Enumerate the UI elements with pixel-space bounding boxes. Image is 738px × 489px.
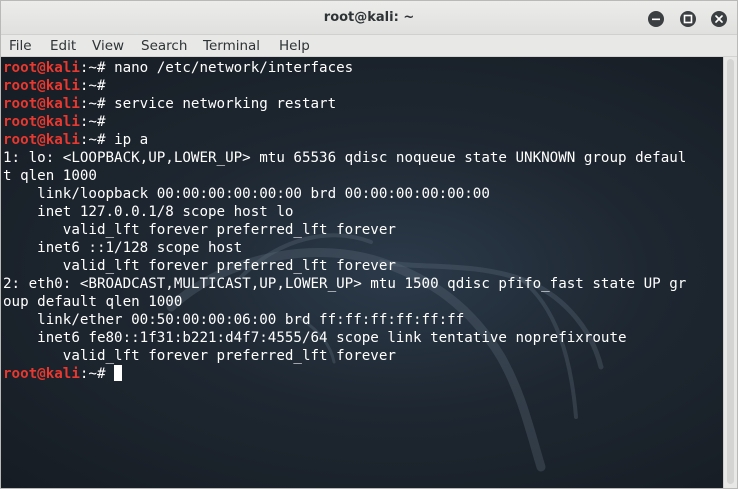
terminal-output: root@kali:~# nano /etc/network/interface… xyxy=(3,59,686,383)
output-line: inet 127.0.0.1/8 scope host lo xyxy=(3,204,294,220)
menu-file[interactable]: File xyxy=(9,38,32,54)
menu-help[interactable]: Help xyxy=(279,38,310,54)
prompt-user-host: root@kali xyxy=(3,114,80,130)
minimize-icon xyxy=(652,18,660,21)
output-line: t qlen 1000 xyxy=(3,168,97,184)
command-text: nano /etc/network/interfaces xyxy=(114,60,354,76)
prompt-symbol: # xyxy=(96,366,115,382)
output-line: inet6 ::1/128 scope host xyxy=(3,240,243,256)
prompt-symbol: # xyxy=(96,60,115,76)
window-title: root@kali: ~ xyxy=(323,10,415,25)
prompt-line: root@kali:~# ip a xyxy=(3,131,686,149)
prompt-user-host: root@kali xyxy=(3,96,80,112)
prompt-path: :~ xyxy=(79,60,97,76)
menu-terminal[interactable]: Terminal xyxy=(203,38,260,54)
prompt-user-host: root@kali xyxy=(3,78,80,94)
prompt-symbol: # xyxy=(96,114,115,130)
scrollbar-thumb[interactable] xyxy=(727,59,734,484)
prompt-symbol: # xyxy=(96,96,115,112)
title-bar[interactable]: root@kali: ~ xyxy=(1,1,737,35)
minimize-button[interactable] xyxy=(648,11,664,27)
prompt-path: :~ xyxy=(79,114,97,130)
scrollbar[interactable] xyxy=(723,57,737,488)
prompt-path: :~ xyxy=(79,78,97,94)
prompt-line: root@kali:~# service networking restart xyxy=(3,95,686,113)
command-text: ip a xyxy=(114,132,149,148)
prompt-line: root@kali:~# xyxy=(3,77,686,95)
prompt-path: :~ xyxy=(79,96,97,112)
text-cursor xyxy=(114,365,123,381)
output-line: valid_lft forever preferred_lft forever xyxy=(3,348,396,364)
prompt-line: root@kali:~# xyxy=(3,113,686,131)
output-line: link/ether 00:50:00:00:06:00 brd ff:ff:f… xyxy=(3,312,465,328)
prompt-symbol: # xyxy=(96,132,115,148)
output-line: 1: lo: <LOOPBACK,UP,LOWER_UP> mtu 65536 … xyxy=(3,150,687,166)
output-line: valid_lft forever preferred_lft forever xyxy=(3,222,396,238)
prompt-user-host: root@kali xyxy=(3,132,80,148)
menu-bar: File Edit View Search Terminal Help xyxy=(1,35,737,57)
prompt-user-host: root@kali xyxy=(3,366,80,382)
maximize-button[interactable] xyxy=(680,11,696,27)
close-button[interactable] xyxy=(711,11,727,27)
output-line: link/loopback 00:00:00:00:00:00 brd 00:0… xyxy=(3,186,490,202)
close-icon xyxy=(715,15,723,23)
maximize-icon xyxy=(683,14,693,24)
output-line: 2: eth0: <BROADCAST,MULTICAST,UP,LOWER_U… xyxy=(3,276,687,292)
command-text: service networking restart xyxy=(114,96,337,112)
prompt-path: :~ xyxy=(79,132,97,148)
output-line: inet6 fe80::1f31:b221:d4f7:4555/64 scope… xyxy=(3,330,627,346)
output-line: valid_lft forever preferred_lft forever xyxy=(3,258,396,274)
output-line: oup default qlen 1000 xyxy=(3,294,183,310)
prompt-symbol: # xyxy=(96,78,115,94)
prompt-line: root@kali:~# nano /etc/network/interface… xyxy=(3,59,686,77)
menu-search[interactable]: Search xyxy=(141,38,187,54)
terminal-window: root@kali: ~ File Edit View Search Termi… xyxy=(0,0,738,489)
terminal-area[interactable]: root@kali:~# nano /etc/network/interface… xyxy=(1,57,723,488)
prompt-user-host: root@kali xyxy=(3,60,80,76)
prompt-path: :~ xyxy=(79,366,97,382)
prompt-line: root@kali:~# xyxy=(3,365,686,383)
menu-view[interactable]: View xyxy=(92,38,124,54)
menu-edit[interactable]: Edit xyxy=(50,38,76,54)
